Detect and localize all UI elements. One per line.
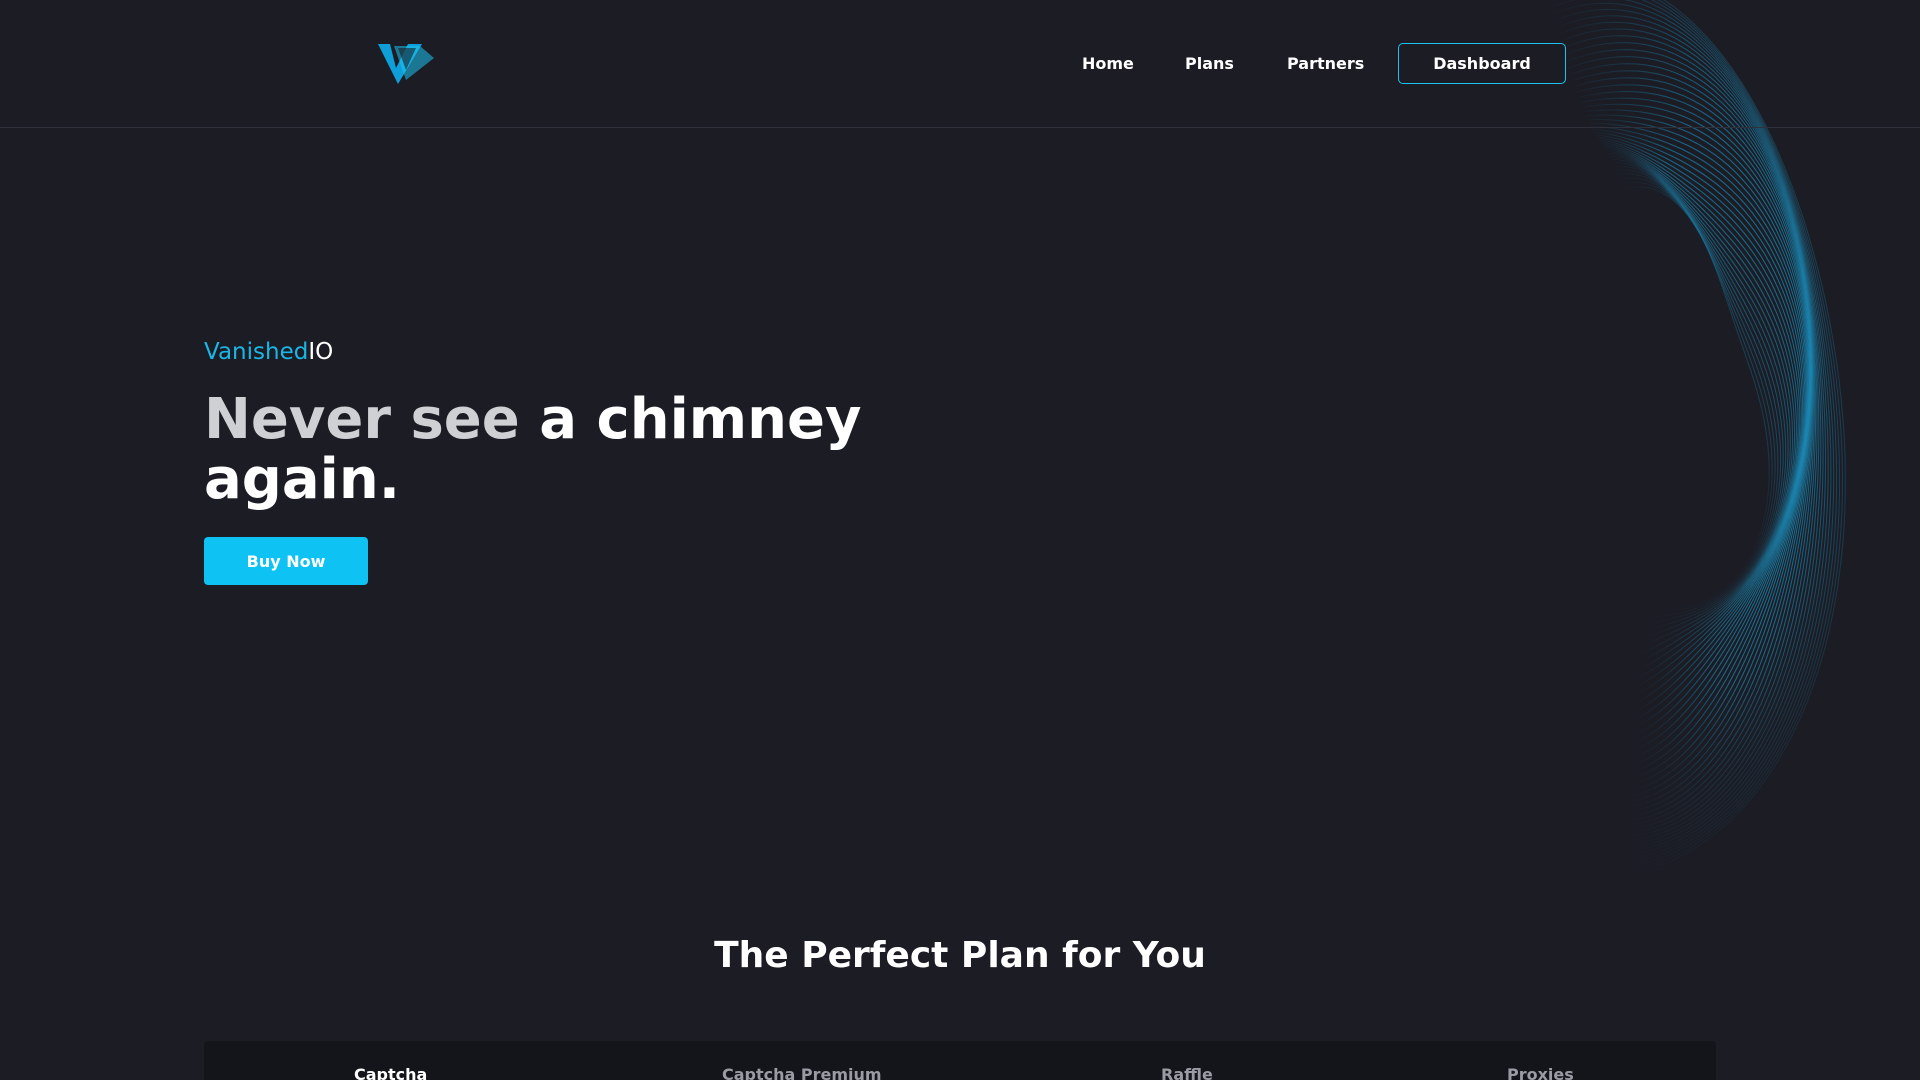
- wave-line: [1511, 136, 1805, 738]
- buy-now-button-label: Buy Now: [246, 551, 326, 571]
- tab-captcha[interactable]: Captcha: [354, 1065, 427, 1080]
- wave-line: [1422, 0, 1846, 879]
- wave-line: [1513, 138, 1804, 730]
- landing-page: Home Plans Partners Dashboard VanishedIO…: [0, 0, 1920, 1080]
- wave-line: [1473, 63, 1815, 822]
- wave-line: [1551, 173, 1779, 633]
- buy-now-button[interactable]: Buy Now: [204, 537, 368, 585]
- brand-name-rest: IO: [308, 339, 334, 365]
- hero-headline: Never see a chimney again.: [204, 390, 924, 510]
- vanished-logo-icon[interactable]: [376, 40, 434, 86]
- wave-line: [1487, 97, 1812, 799]
- dashboard-button[interactable]: Dashboard: [1398, 43, 1566, 84]
- nav-partners-link[interactable]: Partners: [1287, 52, 1364, 76]
- nav-home-link[interactable]: Home: [1082, 52, 1134, 76]
- wave-line: [1560, 181, 1773, 616]
- wave-line: [1518, 143, 1801, 715]
- tab-proxies[interactable]: Proxies: [1507, 1065, 1574, 1080]
- wave-line: [1544, 165, 1784, 650]
- wave-line: [1430, 0, 1841, 870]
- site-header: Home Plans Partners Dashboard: [0, 0, 1920, 128]
- wave-line: [1437, 0, 1835, 861]
- wave-line: [1564, 186, 1770, 608]
- nav-plans-link[interactable]: Plans: [1185, 52, 1234, 76]
- tab-raffle[interactable]: Raffle: [1161, 1065, 1213, 1080]
- dashboard-button-label: Dashboard: [1433, 54, 1531, 73]
- wave-mesh-illustration: [1422, 0, 1846, 879]
- wave-line: [1548, 169, 1782, 641]
- wave-line: [1496, 118, 1810, 777]
- wave-line: [1533, 155, 1791, 675]
- plans-section-title: The Perfect Plan for You: [714, 935, 1206, 976]
- brand-name-accent: Vanished: [204, 339, 309, 365]
- plan-tabs: Captcha Captcha Premium Raffle Proxies: [204, 1041, 1716, 1080]
- brand-name: VanishedIO: [204, 337, 333, 367]
- wave-line: [1503, 128, 1808, 758]
- wave-line: [1481, 84, 1813, 809]
- wave-line: [1556, 177, 1776, 624]
- tab-captcha-premium[interactable]: Captcha Premium: [722, 1065, 882, 1080]
- wave-line: [1530, 152, 1794, 683]
- hero-headline-dim: Never see: [204, 387, 520, 452]
- wave-line: [1521, 145, 1799, 707]
